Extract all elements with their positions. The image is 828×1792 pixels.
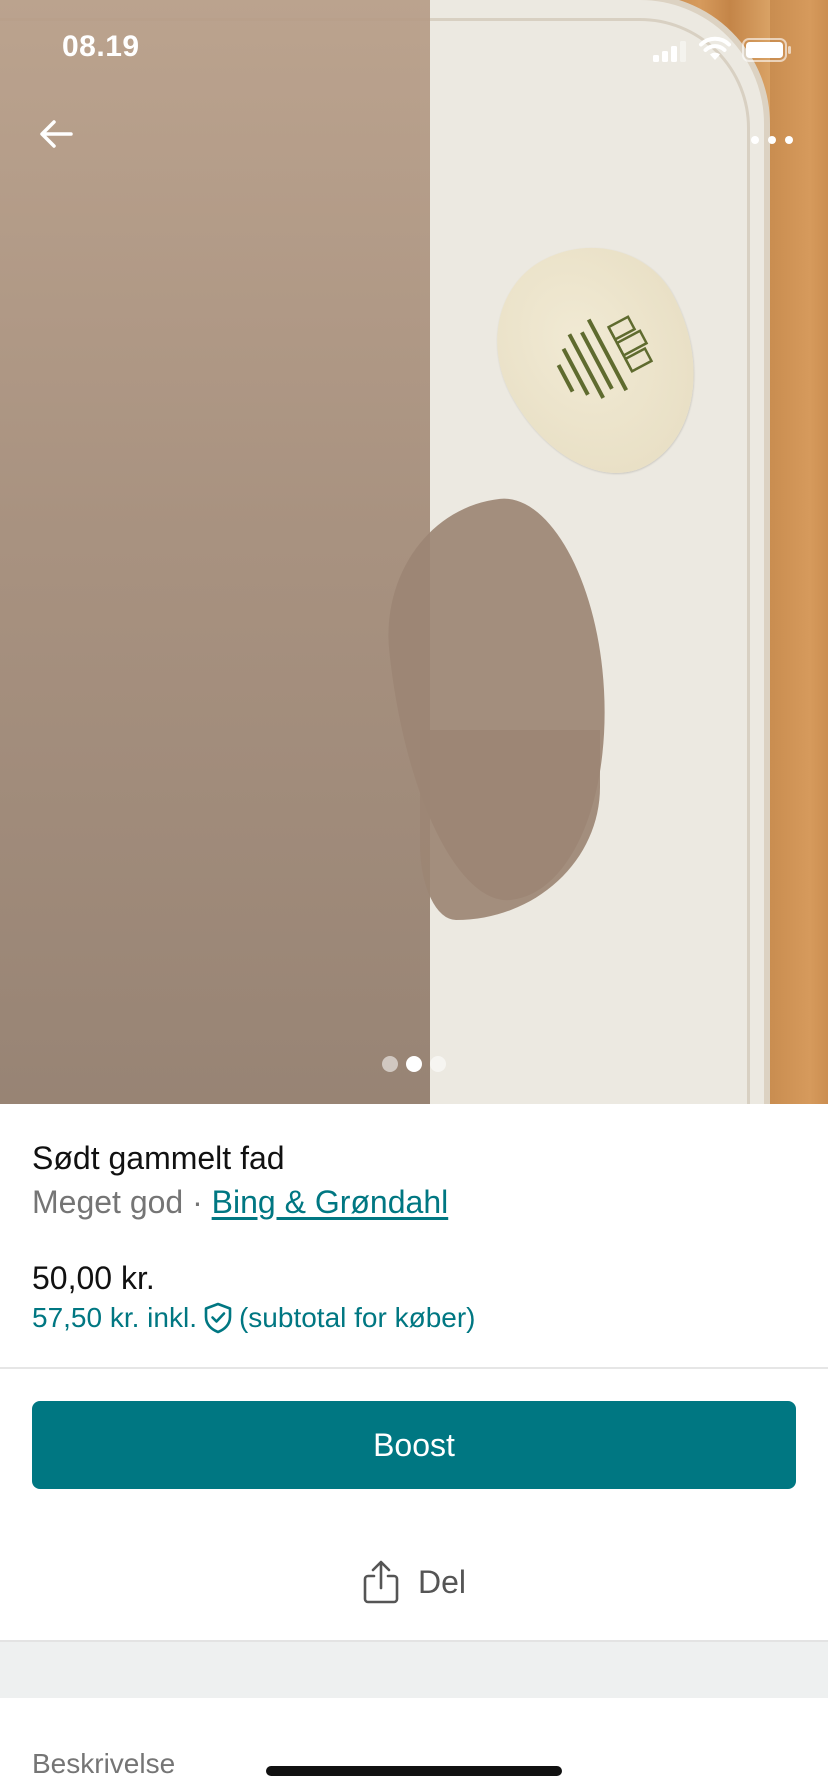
maker-mark-logo <box>556 315 654 399</box>
item-title: Sødt gammelt fad <box>32 1140 285 1176</box>
divider <box>0 1367 828 1369</box>
share-icon <box>363 1560 399 1604</box>
meta-separator: · <box>183 1184 212 1220</box>
photo-dot-active[interactable] <box>406 1056 422 1072</box>
photo-pagination <box>0 1052 828 1076</box>
item-photo[interactable]: 08.19 <box>0 0 828 1104</box>
status-time: 08.19 <box>62 30 140 63</box>
more-options-button[interactable] <box>746 120 798 160</box>
arrow-left-icon <box>40 120 73 148</box>
price-incl-note: (subtotal for køber) <box>238 1302 476 1333</box>
more-horizontal-icon <box>751 136 793 144</box>
boost-button[interactable]: Boost <box>32 1401 796 1489</box>
share-label: Del <box>417 1563 466 1600</box>
wifi-icon <box>699 36 731 60</box>
cellular-signal-icon <box>653 41 686 62</box>
photo-dot[interactable] <box>430 1056 446 1072</box>
back-button[interactable] <box>30 108 82 160</box>
price-incl-amount: 57,50 kr. inkl. <box>32 1302 197 1333</box>
item-condition: Meget god <box>32 1184 184 1220</box>
home-indicator[interactable] <box>266 1766 562 1776</box>
brand-link[interactable]: Bing & Grøndahl <box>212 1184 449 1220</box>
photo-dot[interactable] <box>382 1056 398 1072</box>
section-gap <box>0 1642 828 1698</box>
share-button[interactable]: Del <box>300 1552 528 1612</box>
item-price: 50,00 kr. <box>32 1260 155 1296</box>
shield-check-icon <box>204 1302 232 1334</box>
status-bar: 08.19 <box>0 0 828 100</box>
photo-shadow <box>0 0 430 1104</box>
buyer-protection-price[interactable]: 57,50 kr. inkl. (subtotal for køber) <box>32 1302 476 1334</box>
description-section-label: Beskrivelse <box>32 1748 176 1779</box>
item-meta: Meget god · Bing & Grøndahl <box>32 1184 448 1221</box>
battery-icon <box>742 38 791 62</box>
